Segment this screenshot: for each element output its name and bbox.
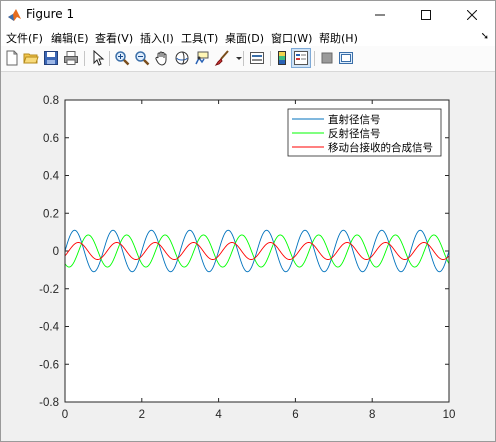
y-tick-label: -0.2 xyxy=(39,284,59,296)
save-icon[interactable] xyxy=(43,50,59,66)
legend-entry-2: 反射径信号 xyxy=(328,127,381,140)
title-bar[interactable]: Figure 1 xyxy=(1,1,495,28)
y-tick-label: 0.8 xyxy=(43,95,59,107)
minimize-icon xyxy=(375,14,385,15)
pan-hand-icon[interactable] xyxy=(154,50,170,66)
y-tick-label: 0 xyxy=(53,246,59,258)
data-cursor-icon[interactable] xyxy=(194,50,210,66)
figure-window: Figure 1 文件(F) 编辑(E) 查看(V) 插入(I) 工具(T) 桌… xyxy=(0,0,496,442)
toolbar-separator xyxy=(109,51,110,66)
link-plot-icon[interactable] xyxy=(249,50,265,66)
menu-insert[interactable]: 插入(I) xyxy=(140,30,174,46)
brush-dropdown-icon[interactable] xyxy=(231,50,242,66)
y-tick-label: 0.6 xyxy=(43,133,59,145)
menu-desktop[interactable]: 桌面(D) xyxy=(225,30,264,46)
close-icon xyxy=(467,9,477,20)
toolbar-separator xyxy=(84,51,85,66)
y-tick-label: -0.4 xyxy=(39,322,59,334)
toolbar-separator xyxy=(314,51,315,66)
x-tick-label: 0 xyxy=(62,409,68,421)
figure-canvas: 0 2 4 6 8 10 -0.8 -0.6 -0.4 -0.2 0 0.2 0.4 0.6 0.8 直射径… xyxy=(1,72,495,441)
menu-help[interactable]: 帮助(H) xyxy=(319,30,358,46)
legend-entry-3: 移动台接收的合成信号 xyxy=(328,141,433,154)
y-tick-label: -0.8 xyxy=(39,397,59,409)
legend-icon[interactable] xyxy=(293,50,309,66)
x-tick-label: 4 xyxy=(215,409,222,421)
new-figure-icon[interactable] xyxy=(4,50,20,66)
menu-bar: 文件(F) 编辑(E) 查看(V) 插入(I) 工具(T) 桌面(D) 窗口(W… xyxy=(1,28,495,46)
open-file-icon[interactable] xyxy=(23,50,39,66)
menu-overflow-arrow-icon[interactable]: ➘ xyxy=(481,31,489,42)
pointer-icon[interactable] xyxy=(90,50,106,66)
menu-window[interactable]: 窗口(W) xyxy=(271,30,312,46)
rotate-3d-icon[interactable] xyxy=(174,50,190,66)
close-button[interactable] xyxy=(449,1,495,28)
legend-entry-1: 直射径信号 xyxy=(328,113,381,126)
show-plot-tools-icon[interactable] xyxy=(338,50,354,66)
menu-view[interactable]: 查看(V) xyxy=(95,30,133,46)
menu-tools[interactable]: 工具(T) xyxy=(181,30,218,46)
x-tick-label: 10 xyxy=(443,409,456,421)
x-tick-label: 8 xyxy=(369,409,375,421)
minimize-button[interactable] xyxy=(357,1,403,28)
window-title: Figure 1 xyxy=(26,7,75,21)
y-tick-label: -0.6 xyxy=(39,359,59,371)
menu-edit[interactable]: 编辑(E) xyxy=(51,30,89,46)
toolbar-separator xyxy=(270,51,271,66)
menu-file[interactable]: 文件(F) xyxy=(6,30,43,46)
zoom-in-icon[interactable] xyxy=(114,50,130,66)
brush-icon[interactable] xyxy=(214,50,230,66)
maximize-icon xyxy=(421,9,431,20)
hide-plot-tools-icon[interactable] xyxy=(319,50,335,66)
print-icon[interactable] xyxy=(63,50,79,66)
zoom-out-icon[interactable] xyxy=(134,50,150,66)
toolbar-separator xyxy=(243,51,244,66)
colorbar-icon[interactable] xyxy=(274,50,290,66)
x-tick-label: 6 xyxy=(292,409,298,421)
matlab-logo-icon xyxy=(8,9,21,21)
figure-toolbar xyxy=(1,46,495,72)
x-tick-label: 2 xyxy=(139,409,145,421)
y-tick-label: 0.2 xyxy=(43,208,59,220)
maximize-button[interactable] xyxy=(403,1,449,28)
chart-svg[interactable]: 0 2 4 6 8 10 -0.8 -0.6 -0.4 -0.2 0 0.2 0.4 0.6 0.8 直射径… xyxy=(1,72,495,441)
y-tick-label: 0.4 xyxy=(43,171,60,183)
